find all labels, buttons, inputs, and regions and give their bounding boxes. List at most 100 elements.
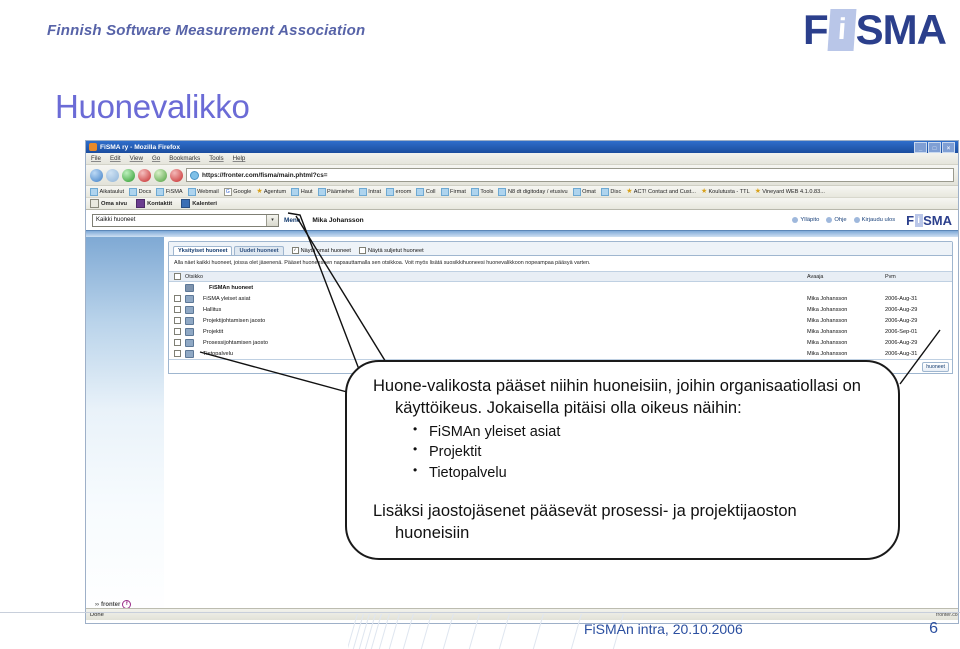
- table-row[interactable]: Prosessijohtamisen jaosto Mika Johansson…: [169, 337, 952, 348]
- checkbox-icon[interactable]: [358, 247, 366, 254]
- checkbox-nayta-omat-huoneet[interactable]: ✓ Näytä omat huoneet: [291, 247, 351, 254]
- fisma-logo-i-box: i: [827, 9, 857, 51]
- menu-help[interactable]: Help: [233, 155, 246, 162]
- checkbox-label: Näytä suljetut huoneet: [367, 247, 424, 254]
- room-opened-by: Mika Johansson: [807, 350, 848, 357]
- globe-icon: [190, 170, 199, 180]
- back-icon[interactable]: [90, 168, 103, 182]
- bookmarks-toolbar-row2[interactable]: Oma sivu Kontaktit Kalenteri: [86, 198, 958, 210]
- home-icon[interactable]: [154, 168, 167, 182]
- bookmark-paamiehet[interactable]: Päämiehet: [317, 187, 354, 196]
- address-bar-value: https://fronter.com/fisma/main.phtml?cs=: [202, 171, 328, 179]
- room-name[interactable]: Prosessijohtamisen jaosto: [197, 340, 807, 346]
- folder-icon: [291, 187, 300, 196]
- bookmark-koulutusta[interactable]: ★ Koulutusta - TTL: [701, 188, 750, 195]
- minimize-icon[interactable]: _: [914, 141, 927, 153]
- table-row[interactable]: FiSMAn huoneet: [169, 282, 952, 293]
- room-select[interactable]: Kaikki huoneet ▾: [92, 213, 279, 227]
- bookmark-docs[interactable]: Docs: [129, 187, 151, 196]
- room-date: 2006-Aug-29: [885, 317, 918, 324]
- room-name[interactable]: FiSMAn huoneet: [197, 285, 807, 291]
- room-name[interactable]: Tietopalvelu: [197, 351, 807, 357]
- room-icon: [185, 294, 194, 303]
- tab-uudet-huoneet[interactable]: Uudet huoneet: [234, 246, 284, 255]
- bookmark-omat[interactable]: Omat: [572, 187, 596, 196]
- menu-bookmarks[interactable]: Bookmarks: [169, 155, 200, 162]
- bookmark-digitoday[interactable]: N8 dt digitoday / etusivu: [498, 187, 568, 196]
- row-checkbox[interactable]: [174, 306, 181, 314]
- tab-yksityiset-huoneet[interactable]: Yksityiset huoneet: [173, 246, 233, 255]
- fronter-top-links[interactable]: Ylläpito Ohje Kirjaudu ulos: [792, 217, 895, 223]
- reload-icon[interactable]: [122, 168, 135, 182]
- link-yllapito[interactable]: Ylläpito: [792, 217, 819, 223]
- bookmark-coll[interactable]: Coll: [416, 187, 436, 196]
- bookmark-disc[interactable]: Disc: [600, 187, 621, 196]
- checkbox-nayta-suljetut-huoneet[interactable]: Näytä suljetut huoneet: [358, 247, 424, 254]
- room-name[interactable]: Hallitus: [197, 307, 807, 313]
- browser-nav-toolbar[interactable]: https://fronter.com/fisma/main.phtml?cs=: [86, 165, 958, 186]
- rss-icon[interactable]: [170, 168, 183, 182]
- menu-go[interactable]: Go: [152, 155, 160, 162]
- table-row[interactable]: Tietopalvelu Mika Johansson 2006-Aug-31: [169, 348, 952, 359]
- bookmark-kontaktit[interactable]: Kontaktit: [136, 199, 172, 208]
- bookmark-kalenteri[interactable]: Kalenteri: [181, 199, 217, 208]
- bookmark-haut[interactable]: Haut: [291, 187, 313, 196]
- table-row[interactable]: Hallitus Mika Johansson 2006-Aug-29: [169, 304, 952, 315]
- menu-file[interactable]: File: [91, 155, 101, 162]
- bookmark-fisma[interactable]: FiSMA: [156, 187, 183, 196]
- checkbox-icon[interactable]: ✓: [291, 247, 299, 254]
- row-checkbox[interactable]: [174, 295, 181, 303]
- bookmark-intrat[interactable]: Intrat: [358, 187, 381, 196]
- bookmark-webmail[interactable]: Webmail: [187, 187, 219, 196]
- stop-icon[interactable]: [138, 168, 151, 182]
- bookmark-agentum[interactable]: ★ Agentum: [256, 188, 286, 195]
- bookmark-google[interactable]: G Google: [223, 187, 251, 196]
- bookmark-vineyard[interactable]: ★ Vineyard WEB 4.1.0.83...: [755, 188, 825, 195]
- browser-menu-bar[interactable]: File Edit View Go Bookmarks Tools Help: [86, 153, 958, 165]
- fronter-sidebar: ›› fronter f: [86, 237, 164, 621]
- window-controls[interactable]: _ □ ×: [914, 141, 955, 153]
- link-kirjaudu-ulos[interactable]: Kirjaudu ulos: [853, 217, 895, 223]
- room-icon: [185, 327, 194, 336]
- row-checkbox[interactable]: [174, 317, 181, 325]
- row-checkbox[interactable]: [174, 328, 181, 336]
- bookmark-tools[interactable]: Tools: [470, 187, 494, 196]
- close-icon[interactable]: ×: [942, 141, 955, 153]
- fronter-logo-arrows: ››: [95, 601, 99, 608]
- menu-edit[interactable]: Edit: [110, 155, 121, 162]
- bookmark-eroom[interactable]: eroom: [386, 187, 411, 196]
- menu-tools[interactable]: Tools: [209, 155, 223, 162]
- room-name[interactable]: Projektit: [197, 329, 807, 335]
- checkbox-label: Näytä omat huoneet: [300, 247, 351, 254]
- fronter-page-fisma-logo: F i SMA: [906, 213, 952, 227]
- bookmark-aikataulut[interactable]: Aikataulut: [90, 187, 124, 196]
- link-ohje[interactable]: Ohje: [826, 217, 847, 223]
- footer-divider: [0, 612, 960, 613]
- star-icon: ★: [626, 187, 633, 195]
- table-row[interactable]: Projektijohtamisen jaosto Mika Johansson…: [169, 315, 952, 326]
- room-name[interactable]: Projektijohtamisen jaosto: [197, 318, 807, 324]
- select-all-checkbox[interactable]: [174, 273, 181, 281]
- room-name[interactable]: FiSMA yleiset asiat: [197, 296, 807, 302]
- rooms-tabs[interactable]: Yksityiset huoneet Uudet huoneet ✓ Näytä …: [169, 242, 952, 256]
- go-button[interactable]: Mene: [284, 217, 300, 224]
- maximize-icon[interactable]: □: [928, 141, 941, 153]
- bookmark-firmat[interactable]: Firmat: [440, 187, 466, 196]
- table-row[interactable]: Projektit Mika Johansson 2006-Sep-01: [169, 326, 952, 337]
- forward-icon[interactable]: [106, 168, 119, 182]
- row-checkbox[interactable]: [174, 350, 181, 358]
- row-checkbox[interactable]: [174, 339, 181, 347]
- room-opened-by: Mika Johansson: [807, 317, 848, 324]
- folder-icon: [572, 187, 581, 196]
- room-icon: [185, 305, 194, 314]
- bookmark-label: Tools: [480, 188, 494, 195]
- fisma-logo-f: F: [803, 6, 829, 53]
- bookmarks-toolbar-row1[interactable]: Aikataulut Docs FiSMA Webmail G Google ★ A…: [86, 186, 958, 198]
- address-bar[interactable]: https://fronter.com/fisma/main.phtml?cs=: [186, 168, 954, 182]
- table-row[interactable]: FiSMA yleiset asiat Mika Johansson 2006-…: [169, 293, 952, 304]
- bookmark-act[interactable]: ★ ACT! Contact and Cust...: [626, 187, 696, 195]
- menu-view[interactable]: View: [130, 155, 143, 162]
- huoneet-button[interactable]: huoneet: [922, 362, 949, 373]
- bookmark-oma-sivu[interactable]: Oma sivu: [90, 199, 127, 208]
- chevron-down-icon[interactable]: ▾: [266, 214, 278, 226]
